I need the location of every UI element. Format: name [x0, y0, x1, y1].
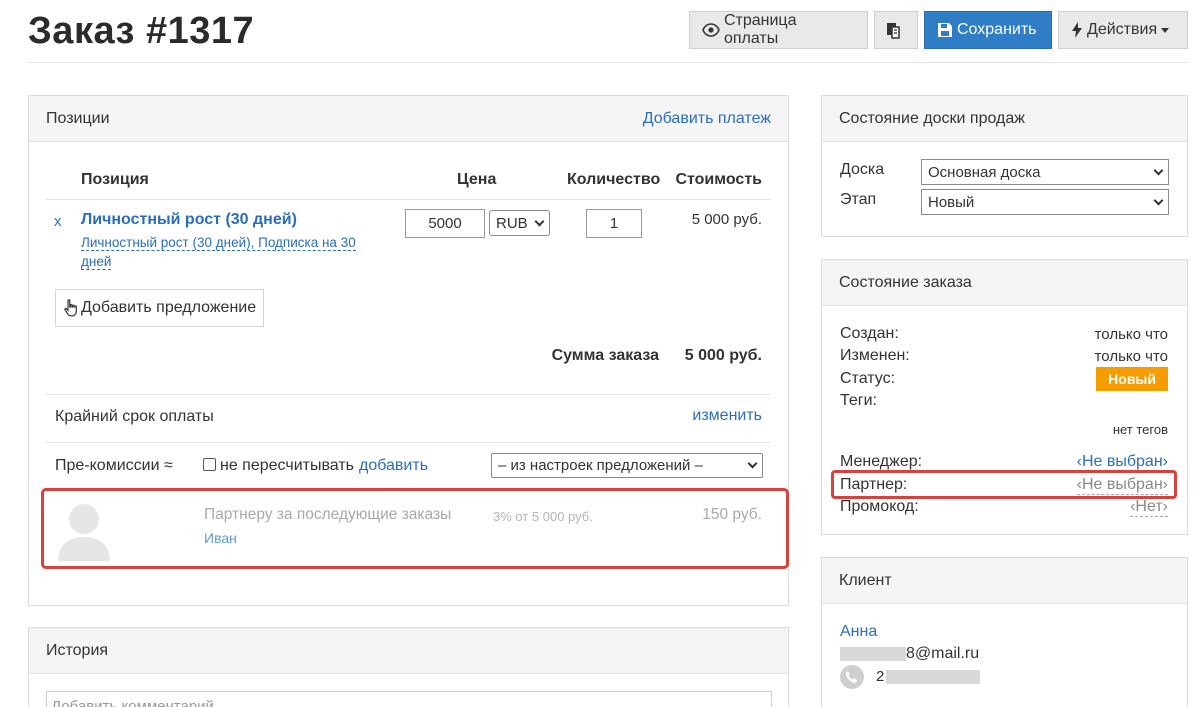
modified-label: Изменен:: [840, 347, 910, 364]
partner-select-link[interactable]: ‹Не выбран›: [1076, 476, 1168, 495]
order-state-title: Состояние заказа: [839, 273, 972, 291]
order-sum-label: Сумма заказа: [551, 347, 659, 364]
positions-title: Позиции: [46, 109, 110, 127]
lightning-icon: [1072, 22, 1082, 38]
positions-header: Позиции Добавить платеж: [29, 96, 788, 142]
price-input[interactable]: 5000: [405, 209, 485, 238]
item-subtitle-link[interactable]: Личностный рост (30 дней), Подписка на 3…: [81, 235, 356, 270]
chevron-down-icon: [1153, 195, 1164, 205]
item-cost: 5 000 руб.: [691, 211, 762, 228]
history-panel: История Добавить комментарий: [28, 627, 789, 707]
client-phone[interactable]: 2: [876, 668, 884, 685]
remove-item-button[interactable]: x: [54, 213, 62, 230]
avatar-placeholder-icon: [58, 504, 110, 561]
stage-select[interactable]: Новый: [921, 189, 1169, 215]
payment-page-label: Страница оплаты: [723, 12, 797, 47]
created-value: только что: [1094, 326, 1168, 343]
copy-icon: [887, 23, 900, 39]
client-name-link[interactable]: Анна: [840, 623, 877, 641]
save-button[interactable]: Сохранить: [924, 11, 1052, 49]
sales-board-header: Состояние доски продаж: [822, 96, 1187, 142]
caret-down-icon: [1161, 27, 1170, 33]
item-title-link[interactable]: Личностный рост (30 дней): [81, 211, 297, 229]
chevron-down-icon: [534, 216, 545, 226]
actions-label: Действия: [1087, 21, 1158, 38]
promo-label: Промокод:: [840, 498, 919, 515]
currency-value: RUB: [496, 214, 528, 232]
change-deadline-link[interactable]: изменить: [692, 407, 762, 425]
copy-button[interactable]: [874, 11, 918, 49]
client-email[interactable]: 8@mail.ru: [906, 645, 979, 663]
manager-label: Менеджер:: [840, 453, 923, 470]
created-label: Создан:: [840, 325, 899, 342]
add-offer-button[interactable]: Добавить предложение: [55, 289, 264, 327]
hand-pointer-icon: [64, 299, 77, 317]
positions-panel: Позиции Добавить платеж Позиция Цена Кол…: [28, 95, 789, 606]
partner-row-title: Партнеру за последующие заказы: [204, 506, 452, 523]
phone-icon: [840, 665, 864, 689]
add-offer-label: Добавить предложение: [81, 299, 257, 316]
quantity-input[interactable]: 1: [586, 209, 642, 238]
board-select[interactable]: Основная доска: [921, 159, 1169, 185]
deadline-divider-bottom: [46, 442, 771, 443]
board-select-value: Основная доска: [928, 163, 1041, 181]
partner-commission-row: Партнеру за последующие заказы Иван 3% о…: [41, 488, 789, 569]
partner-label: Партнер:: [840, 476, 908, 493]
column-cost: Стоимость: [675, 171, 762, 188]
payment-deadline-label: Крайний срок оплаты: [55, 408, 214, 425]
board-label: Доска: [840, 161, 885, 178]
status-label: Статус:: [840, 370, 896, 387]
currency-select[interactable]: RUB: [489, 210, 550, 236]
floppy-icon: [938, 23, 952, 37]
precommission-label: Пре-комиссии ≈: [55, 457, 173, 474]
precommission-select-value: – из настроек предложений –: [498, 457, 703, 474]
chevron-down-icon: [1153, 165, 1164, 175]
client-header: Клиент: [822, 558, 1187, 604]
client-title: Клиент: [839, 571, 892, 589]
header-divider: [28, 62, 1188, 63]
table-header-divider: [46, 199, 771, 200]
partner-name-link[interactable]: Иван: [204, 530, 237, 546]
stage-select-value: Новый: [928, 193, 975, 211]
status-badge[interactable]: Новый: [1096, 367, 1168, 391]
actions-dropdown[interactable]: Действия: [1058, 11, 1188, 49]
column-quantity: Количество: [567, 171, 661, 188]
item-subtitle[interactable]: Личностный рост (30 дней), Подписка на 3…: [81, 233, 366, 271]
deadline-divider-top: [46, 394, 771, 395]
tags-value: нет тегов: [1112, 422, 1168, 437]
order-sum-value: 5 000 руб.: [684, 347, 762, 364]
client-panel: Клиент Анна 8@mail.ru 2: [821, 557, 1188, 707]
eye-icon: [702, 23, 720, 37]
stage-label: Этап: [840, 191, 877, 208]
modified-value: только что: [1094, 348, 1168, 365]
no-recalc-label: не пересчитывать: [220, 457, 354, 474]
partner-amount: 150 руб.: [702, 506, 762, 523]
tags-label: Теги:: [840, 392, 877, 409]
redacted-phone: [886, 670, 980, 684]
history-header: История: [29, 628, 788, 674]
precommission-select[interactable]: – из настроек предложений –: [491, 453, 763, 478]
sales-board-title: Состояние доски продаж: [839, 109, 1025, 127]
save-label: Сохранить: [957, 21, 1037, 38]
redacted-email: [840, 647, 906, 661]
promo-select-link[interactable]: ‹Нет›: [1130, 498, 1168, 517]
no-recalc-checkbox[interactable]: [203, 458, 216, 471]
chevron-down-icon: [747, 458, 758, 469]
partner-rate: 3% от 5 000 руб.: [493, 509, 593, 524]
toolbar: Страница оплаты Сохранить Действия: [689, 11, 1188, 49]
comment-input[interactable]: Добавить комментарий: [46, 691, 772, 707]
column-position: Позиция: [81, 171, 149, 188]
order-state-panel: Состояние заказа Создан: только что Изме…: [821, 259, 1188, 535]
add-payment-link[interactable]: Добавить платеж: [643, 110, 771, 128]
page-title: Заказ #1317: [28, 10, 255, 52]
order-state-header: Состояние заказа: [822, 260, 1187, 306]
history-title: История: [46, 641, 109, 659]
column-price: Цена: [457, 171, 497, 188]
sales-board-panel: Состояние доски продаж Доска Основная до…: [821, 95, 1188, 237]
add-precommission-link[interactable]: добавить: [359, 457, 428, 475]
payment-page-button[interactable]: Страница оплаты: [689, 11, 868, 49]
